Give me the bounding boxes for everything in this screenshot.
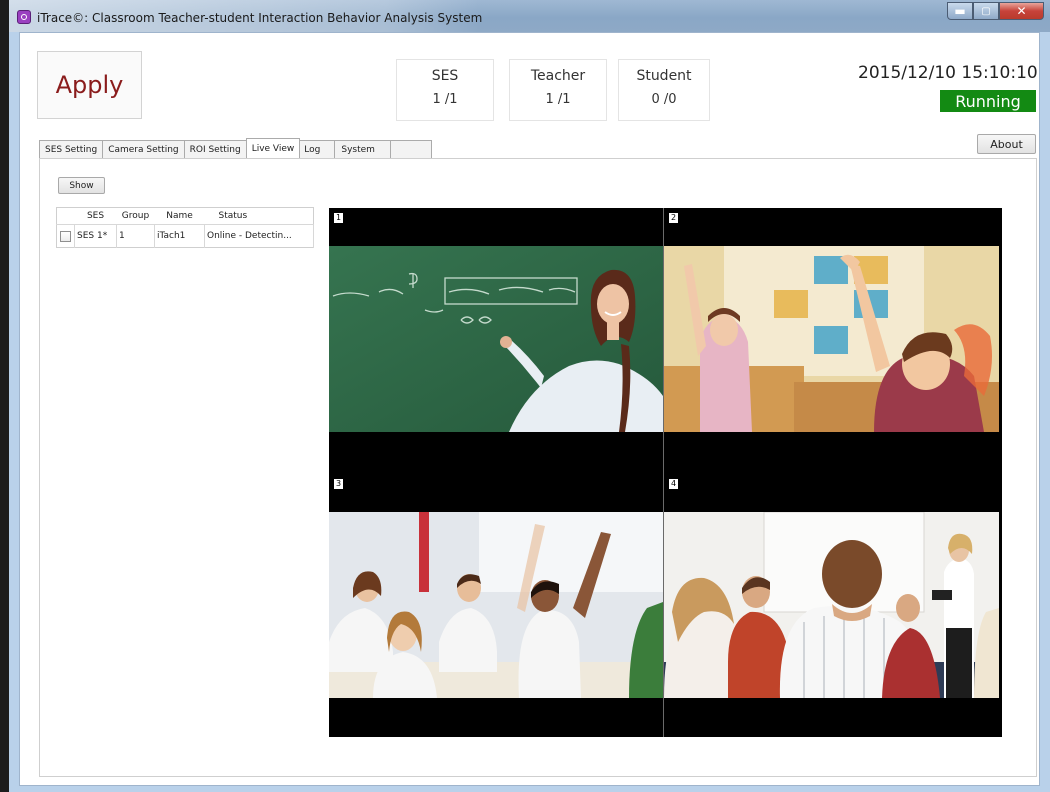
teacher-stat-value: 1 /1 xyxy=(545,92,571,107)
camera-feed-3[interactable] xyxy=(329,512,663,698)
title-bar[interactable]: iTrace©: Classroom Teacher-student Inter… xyxy=(9,0,1050,32)
camera-number-label: 4 xyxy=(668,478,679,490)
ses-cell: SES 1* xyxy=(74,224,117,248)
tab-bar: SES Setting Camera Setting ROI Setting L… xyxy=(39,138,432,159)
app-window: iTrace©: Classroom Teacher-student Inter… xyxy=(9,0,1050,792)
camera-2-image xyxy=(664,246,999,432)
tab-log[interactable]: Log xyxy=(300,140,335,159)
status-badge: Running xyxy=(940,90,1036,112)
name-cell: iTach1 xyxy=(154,224,205,248)
column-header-select xyxy=(56,207,75,225)
close-button[interactable]: ✕ xyxy=(999,2,1044,20)
minimize-icon: ▬ xyxy=(954,4,966,18)
ses-stat-label: SES xyxy=(431,68,459,84)
camera-grid: 1 2 3 4 xyxy=(329,208,1002,737)
window-title: iTrace©: Classroom Teacher-student Inter… xyxy=(37,11,483,25)
window-controls: ▬ ▢ ✕ xyxy=(947,2,1044,21)
tab-camera-setting[interactable]: Camera Setting xyxy=(102,140,184,159)
camera-4-image xyxy=(664,512,999,698)
table-row[interactable]: SES 1* 1 iTach1 Online - Detectin... xyxy=(56,224,314,248)
show-button[interactable]: Show xyxy=(58,177,105,194)
status-cell: Online - Detectin... xyxy=(204,224,314,248)
camera-feed-4[interactable] xyxy=(664,512,999,698)
apply-button[interactable]: Apply xyxy=(37,51,142,119)
tab-ses-setting[interactable]: SES Setting xyxy=(39,140,103,159)
camera-feed-1[interactable] xyxy=(329,246,663,432)
camera-number-label: 3 xyxy=(333,478,344,490)
client-area: Apply SES 1 /1 Teacher 1 /1 Student 0 /0… xyxy=(19,32,1040,786)
datetime: 2015/12/10 15:10:10 xyxy=(858,63,1038,83)
student-stat-label: Student xyxy=(636,68,692,84)
close-icon: ✕ xyxy=(1016,4,1027,18)
maximize-icon: ▢ xyxy=(981,5,991,17)
app-icon[interactable] xyxy=(17,10,31,24)
about-button[interactable]: About xyxy=(977,134,1036,154)
ses-stat-value: 1 /1 xyxy=(432,92,458,107)
column-header-group[interactable]: Group xyxy=(116,207,155,225)
ses-stat: SES 1 /1 xyxy=(396,59,494,121)
maximize-button[interactable]: ▢ xyxy=(973,2,999,20)
camera-1-image xyxy=(329,246,663,432)
desktop-edge xyxy=(0,0,9,792)
column-header-status[interactable]: Status xyxy=(204,207,314,225)
live-view-panel: Show SES Group Name Status SES 1* 1 iTac… xyxy=(39,158,1037,777)
tab-roi-setting[interactable]: ROI Setting xyxy=(183,140,246,159)
column-header-name[interactable]: Name xyxy=(154,207,205,225)
camera-number-label: 2 xyxy=(668,212,679,224)
teacher-stat: Teacher 1 /1 xyxy=(509,59,607,121)
group-cell: 1 xyxy=(116,224,155,248)
column-header-ses[interactable]: SES xyxy=(74,207,117,225)
row-checkbox[interactable] xyxy=(60,230,71,242)
row-select-cell xyxy=(56,224,75,248)
camera-3-image xyxy=(329,512,663,698)
teacher-stat-label: Teacher xyxy=(530,68,586,84)
ses-table: SES Group Name Status SES 1* 1 iTach1 On… xyxy=(56,207,314,248)
tab-empty xyxy=(389,140,432,159)
camera-number-label: 1 xyxy=(333,212,344,224)
student-stat-value: 0 /0 xyxy=(651,92,677,107)
tab-system[interactable]: System xyxy=(334,140,390,159)
student-stat: Student 0 /0 xyxy=(618,59,710,121)
camera-feed-2[interactable] xyxy=(664,246,999,432)
tab-live-view[interactable]: Live View xyxy=(245,138,301,159)
minimize-button[interactable]: ▬ xyxy=(947,2,973,20)
